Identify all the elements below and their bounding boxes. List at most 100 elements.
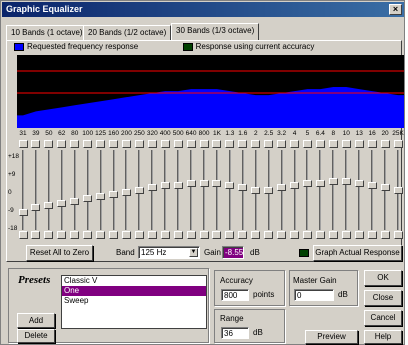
band-decrease-button[interactable] (31, 231, 41, 239)
band-decrease-button[interactable] (302, 231, 312, 239)
band-decrease-button[interactable] (121, 231, 131, 239)
chevron-down-icon[interactable]: ▼ (189, 248, 198, 257)
band-increase-button[interactable] (354, 140, 364, 148)
band-increase-button[interactable] (109, 140, 119, 148)
band-increase-button[interactable] (147, 140, 157, 148)
band-slider-track[interactable] (306, 150, 309, 230)
band-slider-thumb[interactable] (380, 184, 390, 192)
band-increase-button[interactable] (160, 140, 170, 148)
band-slider-thumb[interactable] (264, 186, 274, 194)
band-increase-button[interactable] (225, 140, 235, 148)
graph-actual-response-button[interactable]: Graph Actual Response (313, 245, 402, 261)
band-increase-button[interactable] (18, 140, 28, 148)
band-increase-button[interactable] (328, 140, 338, 148)
band-slider-thumb[interactable] (290, 182, 300, 190)
band-slider-thumb[interactable] (238, 184, 248, 192)
band-slider-track[interactable] (34, 150, 37, 230)
band-decrease-button[interactable] (328, 231, 338, 239)
band-slider-track[interactable] (177, 150, 180, 230)
band-decrease-button[interactable] (380, 231, 390, 239)
presets-list[interactable]: Classic V One Sweep (61, 275, 207, 329)
band-slider-thumb[interactable] (367, 182, 377, 190)
band-decrease-button[interactable] (147, 231, 157, 239)
band-increase-button[interactable] (393, 140, 403, 148)
help-button[interactable]: Help (364, 330, 402, 344)
band-slider-thumb[interactable] (393, 186, 403, 194)
band-increase-button[interactable] (277, 140, 287, 148)
tab-30-bands[interactable]: 30 Bands (1/3 octave) (171, 23, 260, 40)
band-decrease-button[interactable] (367, 231, 377, 239)
band-slider-track[interactable] (228, 150, 231, 230)
delete-preset-button[interactable]: Delete (17, 329, 55, 343)
band-increase-button[interactable] (341, 140, 351, 148)
band-slider-thumb[interactable] (302, 179, 312, 187)
band-decrease-button[interactable] (251, 231, 261, 239)
band-decrease-button[interactable] (160, 231, 170, 239)
band-slider-thumb[interactable] (57, 199, 67, 207)
band-decrease-button[interactable] (109, 231, 119, 239)
band-slider-track[interactable] (99, 150, 102, 230)
band-slider-thumb[interactable] (212, 179, 222, 187)
band-slider-thumb[interactable] (341, 177, 351, 185)
band-increase-button[interactable] (302, 140, 312, 148)
band-slider-thumb[interactable] (173, 182, 183, 190)
band-slider-thumb[interactable] (83, 195, 93, 203)
band-slider-track[interactable] (358, 150, 361, 230)
band-slider-track[interactable] (371, 150, 374, 230)
band-slider-thumb[interactable] (147, 184, 157, 192)
preview-button[interactable]: Preview (305, 330, 358, 344)
band-slider-track[interactable] (319, 150, 322, 230)
ok-button[interactable]: OK (364, 270, 402, 286)
band-decrease-button[interactable] (225, 231, 235, 239)
band-decrease-button[interactable] (393, 231, 403, 239)
band-increase-button[interactable] (238, 140, 248, 148)
band-increase-button[interactable] (315, 140, 325, 148)
close-button[interactable]: Close (364, 290, 402, 306)
band-decrease-button[interactable] (199, 231, 209, 239)
band-increase-button[interactable] (367, 140, 377, 148)
band-slider-thumb[interactable] (121, 188, 131, 196)
band-slider-thumb[interactable] (186, 179, 196, 187)
band-decrease-button[interactable] (173, 231, 183, 239)
preset-item[interactable]: Sweep (62, 296, 206, 306)
band-slider-thumb[interactable] (225, 182, 235, 190)
band-decrease-button[interactable] (83, 231, 93, 239)
master-gain-input[interactable]: 0 (294, 289, 334, 301)
band-decrease-button[interactable] (290, 231, 300, 239)
band-decrease-button[interactable] (186, 231, 196, 239)
gain-input[interactable]: -8.55 (222, 246, 244, 259)
band-increase-button[interactable] (31, 140, 41, 148)
band-increase-button[interactable] (251, 140, 261, 148)
band-slider-thumb[interactable] (44, 202, 54, 210)
band-slider-thumb[interactable] (160, 182, 170, 190)
band-decrease-button[interactable] (315, 231, 325, 239)
band-slider-thumb[interactable] (70, 197, 80, 205)
band-slider-track[interactable] (190, 150, 193, 230)
band-increase-button[interactable] (380, 140, 390, 148)
band-increase-button[interactable] (44, 140, 54, 148)
band-slider-track[interactable] (73, 150, 76, 230)
preset-item[interactable]: Classic V (62, 276, 206, 286)
band-slider-track[interactable] (332, 150, 335, 230)
band-slider-track[interactable] (86, 150, 89, 230)
band-decrease-button[interactable] (212, 231, 222, 239)
add-preset-button[interactable]: Add (17, 313, 55, 328)
band-slider-track[interactable] (345, 150, 348, 230)
band-increase-button[interactable] (83, 140, 93, 148)
band-slider-thumb[interactable] (134, 186, 144, 194)
band-increase-button[interactable] (121, 140, 131, 148)
band-decrease-button[interactable] (18, 231, 28, 239)
band-decrease-button[interactable] (354, 231, 364, 239)
tab-20-bands[interactable]: 20 Bands (1/2 octave) (83, 25, 172, 40)
band-increase-button[interactable] (70, 140, 80, 148)
band-slider-track[interactable] (47, 150, 50, 230)
band-decrease-button[interactable] (134, 231, 144, 239)
band-slider-thumb[interactable] (199, 179, 209, 187)
band-select[interactable]: 125 Hz ▼ (138, 246, 200, 259)
band-slider-thumb[interactable] (315, 179, 325, 187)
band-decrease-button[interactable] (57, 231, 67, 239)
band-increase-button[interactable] (264, 140, 274, 148)
cancel-button[interactable]: Cancel (364, 310, 402, 326)
range-input[interactable]: 36 (221, 327, 249, 339)
band-decrease-button[interactable] (341, 231, 351, 239)
